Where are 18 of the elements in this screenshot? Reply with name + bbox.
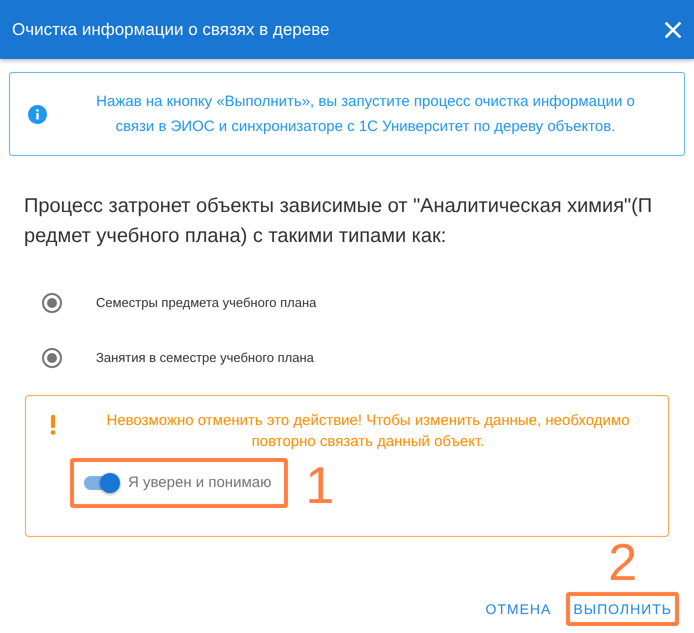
action-button[interactable]: ВЫПОЛНИТЬ	[570, 596, 675, 622]
close-button[interactable]	[665, 22, 681, 38]
toggle-label: Я уверен и понимаю	[128, 472, 272, 493]
exclamation-icon	[50, 415, 56, 435]
radio-button[interactable]	[42, 348, 62, 368]
annotation-number: 1	[305, 464, 334, 508]
close-icon	[665, 22, 681, 38]
option-label: Семестры предмета учебного плана	[96, 294, 316, 312]
toggle-switch[interactable]	[84, 473, 120, 493]
action-button[interactable]: ОТМЕНА	[482, 596, 554, 622]
info-message: Нажав на кнопку «Выполнить», вы запустите процесс очистка информации о связи в ЭИОС и синхронизаторе с 1С Университет по дереву объектов.	[95, 92, 636, 137]
dialog-title: Очистка информации о связях в дереве	[12, 18, 330, 41]
option-label: Занятия в семестре учебного плана	[96, 348, 314, 367]
info-icon	[28, 104, 47, 124]
annotation-number: 2	[608, 541, 638, 585]
description-text: Процесс затронет объекты зависимые от "Аналитическая химия"(Предмет учебного плана) с такими типами как:	[24, 194, 654, 249]
warning-message: Невозможно отменить это действие! Чтобы изменить данные, необходимо повторно связать данный объект.	[105, 411, 631, 452]
radio-button[interactable]	[42, 292, 62, 312]
